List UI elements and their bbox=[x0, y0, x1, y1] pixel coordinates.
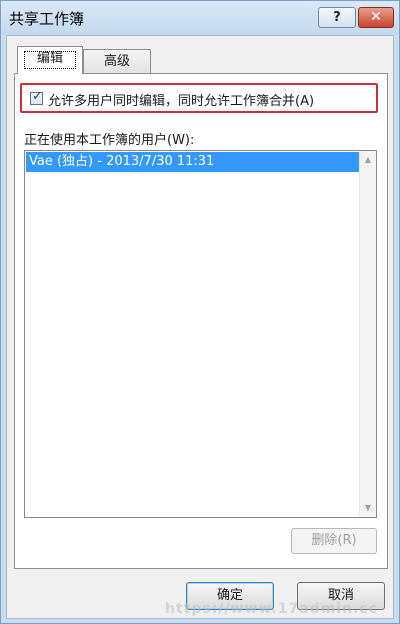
list-item[interactable]: Vae (独占) - 2013/7/30 11:31 bbox=[26, 152, 359, 172]
users-listbox[interactable]: Vae (独占) - 2013/7/30 11:31 ▲ ▼ bbox=[24, 150, 377, 518]
watermark: https://www.17admin.cc bbox=[165, 601, 378, 617]
title-bar[interactable]: 共享工作簿 ? ✕ bbox=[1, 1, 399, 35]
checkmark-icon: ✓ bbox=[32, 89, 43, 104]
remove-user-button[interactable]: 删除(R) bbox=[291, 528, 377, 554]
tab-edit[interactable]: 编辑 bbox=[17, 46, 83, 74]
tab-advanced-label: 高级 bbox=[103, 54, 130, 69]
edit-tab-panel: ✓ 允许多用户同时编辑，同时允许工作簿合并(A) 正在使用本工作簿的用户(W):… bbox=[14, 73, 388, 569]
dialog-title: 共享工作簿 bbox=[9, 10, 85, 28]
share-workbook-dialog: 共享工作簿 ? ✕ 编辑 高级 ✓ 允许多用户同时编辑，同时允许工作簿合并(A)… bbox=[0, 0, 400, 624]
allow-multi-user-checkbox[interactable]: ✓ bbox=[30, 89, 43, 105]
tab-advanced[interactable]: 高级 bbox=[83, 49, 151, 74]
users-list-label: 正在使用本工作簿的用户(W): bbox=[24, 133, 195, 148]
scroll-up-arrow-icon[interactable]: ▲ bbox=[363, 155, 373, 165]
vertical-scrollbar[interactable]: ▲ ▼ bbox=[359, 151, 376, 517]
help-button[interactable]: ? bbox=[318, 7, 356, 28]
allow-multi-user-row[interactable]: ✓ 允许多用户同时编辑，同时允许工作簿合并(A) bbox=[20, 83, 378, 113]
scroll-down-arrow-icon[interactable]: ▼ bbox=[363, 503, 373, 513]
allow-multi-user-label[interactable]: 允许多用户同时编辑，同时允许工作簿合并(A) bbox=[48, 90, 314, 109]
close-button[interactable]: ✕ bbox=[358, 7, 394, 28]
tab-focus-rect bbox=[24, 51, 76, 69]
dialog-body: 编辑 高级 ✓ 允许多用户同时编辑，同时允许工作簿合并(A) 正在使用本工作簿的… bbox=[6, 35, 394, 619]
